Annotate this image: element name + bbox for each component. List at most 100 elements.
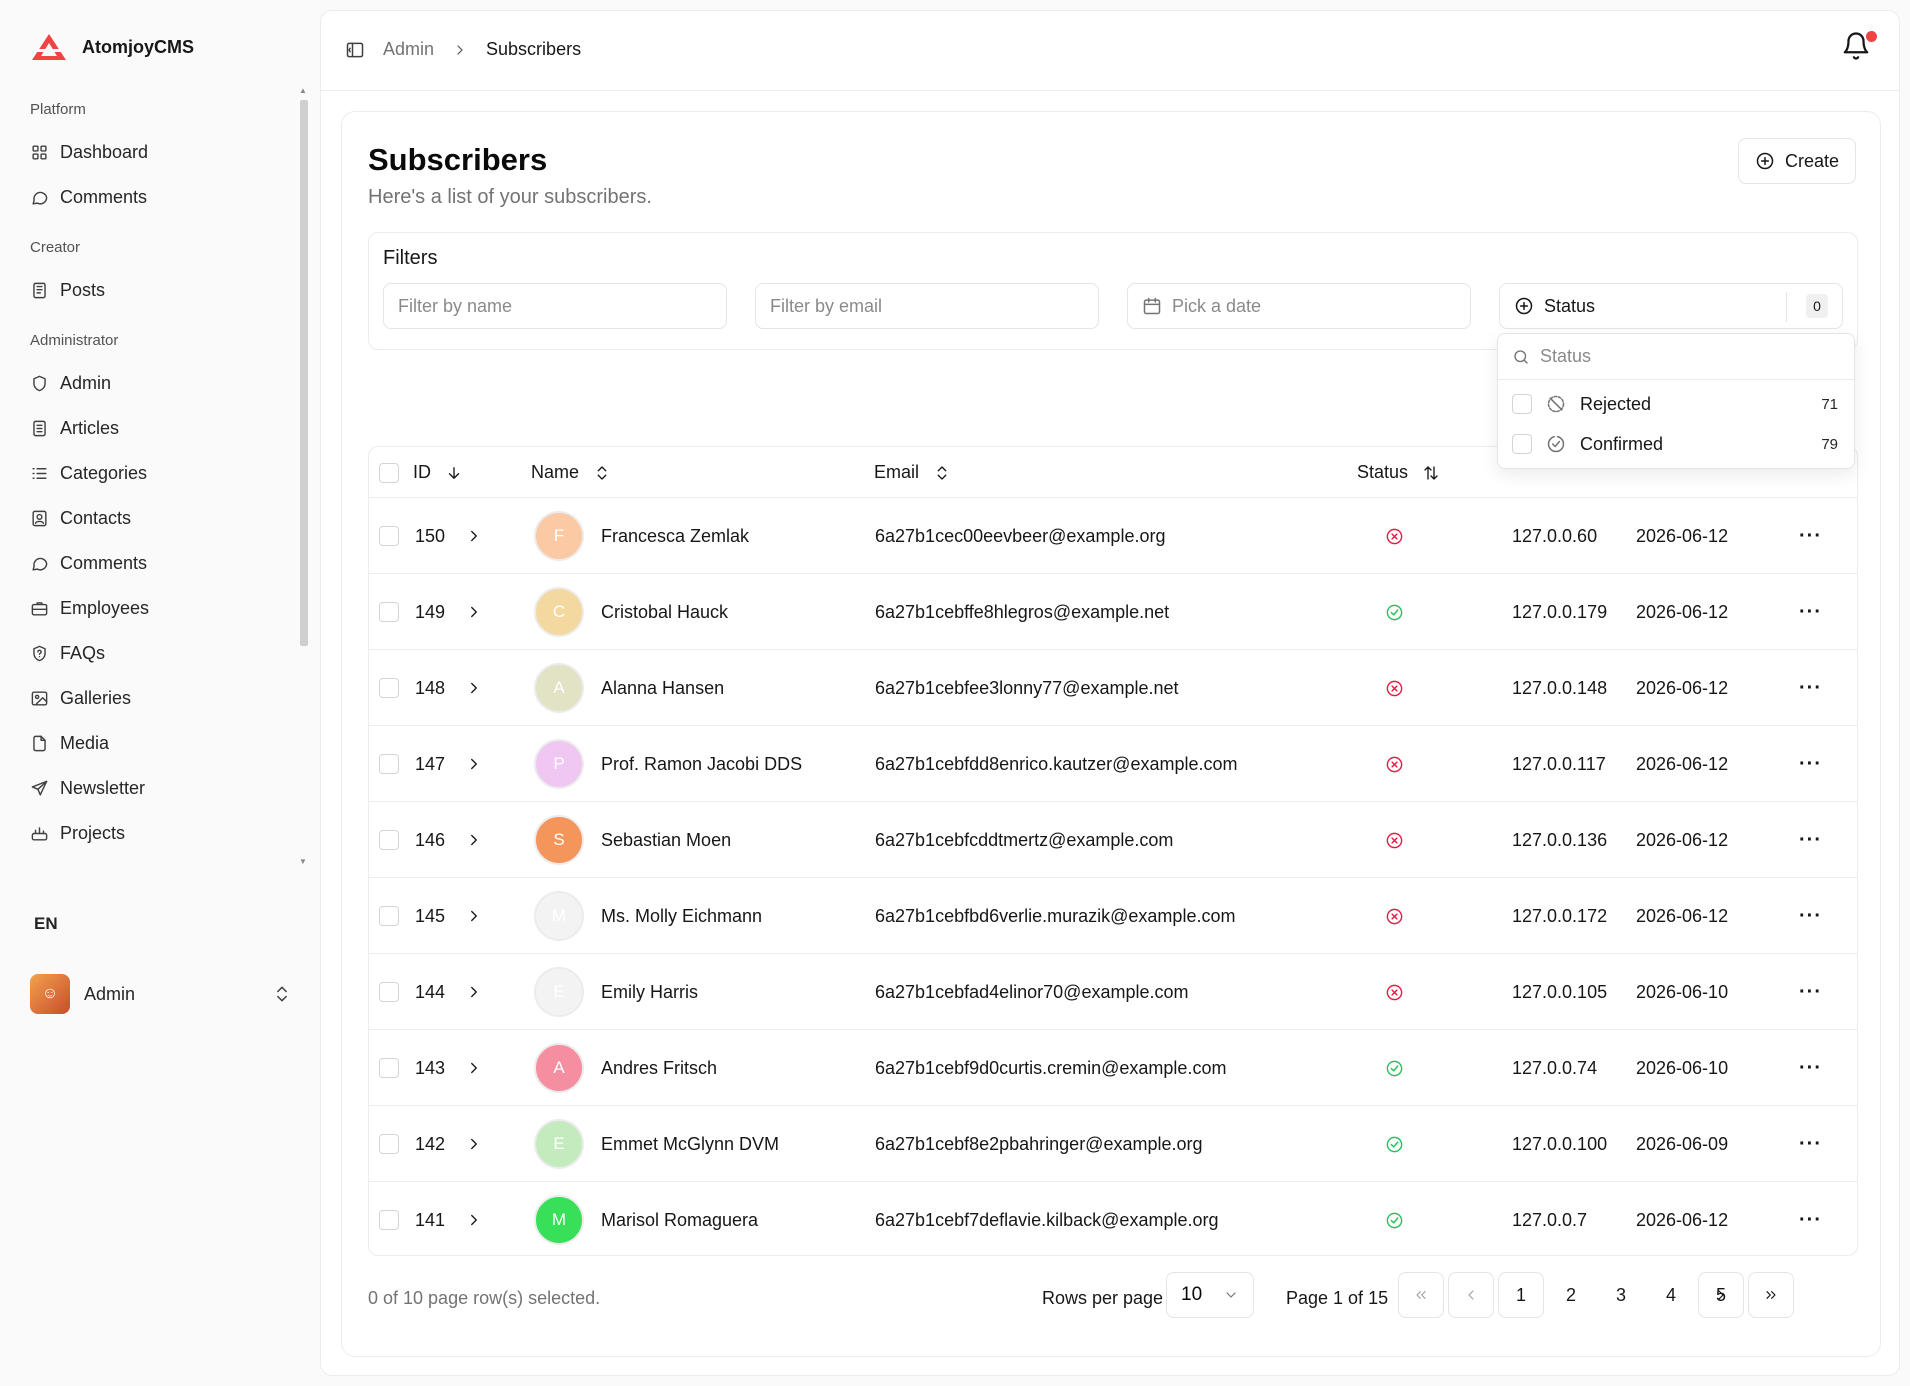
expand-row-button[interactable] (465, 726, 483, 802)
row-checkbox[interactable] (379, 650, 399, 726)
scroll-down-icon[interactable]: ▼ (299, 857, 307, 866)
row-actions-button[interactable]: ··· (1799, 954, 1822, 1030)
row-actions-button[interactable]: ··· (1799, 878, 1822, 954)
row-checkbox[interactable] (379, 574, 399, 650)
row-checkbox[interactable] (379, 954, 399, 1030)
checkbox[interactable] (1512, 394, 1532, 414)
row-actions-button[interactable]: ··· (1799, 1182, 1822, 1255)
prev-page-button[interactable] (1448, 1272, 1494, 1318)
page-title: Subscribers (368, 142, 548, 177)
last-page-button[interactable] (1748, 1272, 1794, 1318)
brand[interactable]: AtomjoyCMS (30, 32, 194, 62)
column-email: Email (874, 462, 920, 482)
sidebar-item-employees[interactable]: Employees (0, 586, 296, 631)
table-row: 141 M Marisol Romaguera 6a27b1cebf7deflavie… (369, 1182, 1857, 1255)
date-placeholder: Pick a date (1172, 295, 1262, 316)
created-date: 2026-06-12 (1636, 753, 1729, 774)
row-checkbox[interactable] (379, 1030, 399, 1106)
sidebar-item-admin[interactable]: Admin (0, 361, 296, 406)
row-actions-button[interactable]: ··· (1799, 1030, 1822, 1106)
nav-group-label: Platform (30, 101, 86, 118)
next-page-button[interactable] (1698, 1272, 1744, 1318)
sidebar-toggle-icon[interactable] (345, 40, 365, 60)
sidebar-item-faqs[interactable]: FAQs (0, 631, 296, 676)
filter-name-input[interactable]: Filter by name (383, 283, 727, 329)
x-circle-icon (1386, 984, 1403, 1000)
language-switcher[interactable]: EN (34, 914, 58, 934)
row-checkbox[interactable] (379, 726, 399, 802)
page-button-1[interactable]: 1 (1498, 1272, 1544, 1318)
nav-group-label: Creator (30, 239, 81, 256)
expand-row-button[interactable] (465, 650, 483, 726)
filter-email-input[interactable]: Filter by email (755, 283, 1099, 329)
status-indicator (1385, 802, 1404, 878)
status-filter-button[interactable]: Status 0 (1499, 283, 1843, 329)
sort-id-button[interactable]: ID (413, 447, 463, 498)
sidebar-item-categories[interactable]: Categories (0, 451, 296, 496)
x-circle-icon (1386, 680, 1403, 696)
row-actions-button[interactable]: ··· (1799, 802, 1822, 878)
sidebar-item-galleries[interactable]: Galleries (0, 676, 296, 721)
sidebar-item-articles[interactable]: Articles (0, 406, 296, 451)
status-option-confirmed[interactable]: Confirmed 79 (1498, 424, 1854, 464)
first-page-button[interactable] (1398, 1272, 1444, 1318)
sidebar-item-newsletter[interactable]: Newsletter (0, 766, 296, 811)
status-indicator (1385, 1106, 1404, 1182)
option-label: Confirmed (1580, 433, 1664, 454)
row-checkbox[interactable] (379, 878, 399, 954)
avatar: A (534, 1030, 584, 1106)
sidebar-item-comments[interactable]: Comments (0, 175, 296, 220)
expand-row-button[interactable] (465, 1182, 483, 1255)
plus-circle-icon (1756, 152, 1774, 170)
date-picker[interactable]: Pick a date (1127, 283, 1471, 329)
sidebar-item-projects[interactable]: Projects (0, 811, 296, 856)
arrow-down-icon (448, 466, 460, 479)
rows-per-page-select[interactable]: 10 (1166, 1272, 1254, 1318)
scroll-up-icon[interactable]: ▲ (299, 86, 307, 95)
sidebar-item-contacts[interactable]: Contacts (0, 496, 296, 541)
breadcrumb-admin[interactable]: Admin (383, 39, 434, 60)
expand-row-button[interactable] (465, 1106, 483, 1182)
expand-row-button[interactable] (465, 574, 483, 650)
sidebar-scrollbar[interactable]: ▲ ▼ (298, 86, 310, 866)
row-actions-button[interactable]: ··· (1799, 650, 1822, 726)
subscriber-name: Marisol Romaguera (601, 1209, 759, 1230)
sidebar-item-label: Categories (60, 463, 148, 483)
select-all-checkbox[interactable] (379, 447, 399, 498)
expand-row-button[interactable] (465, 498, 483, 574)
row-checkbox[interactable] (379, 802, 399, 878)
status-option-rejected[interactable]: Rejected 71 (1498, 384, 1854, 424)
row-checkbox[interactable] (379, 498, 399, 574)
row-actions-button[interactable]: ··· (1799, 498, 1822, 574)
create-button[interactable]: Create (1737, 138, 1856, 184)
expand-row-button[interactable] (465, 878, 483, 954)
sidebar-item-comments[interactable]: Comments (0, 541, 296, 586)
row-checkbox[interactable] (379, 1106, 399, 1182)
page-button-3[interactable]: 3 (1598, 1272, 1644, 1318)
sidebar-item-label: Dashboard (60, 142, 149, 162)
page-button-4[interactable]: 4 (1648, 1272, 1694, 1318)
avatar: S (534, 802, 584, 878)
sidebar: AtomjoyCMS Platform Dashboard Comments Crea… (0, 0, 318, 1386)
status-search-input[interactable]: Status (1498, 334, 1854, 380)
sidebar-item-dashboard[interactable]: Dashboard (0, 130, 296, 175)
notifications-button[interactable] (1841, 31, 1877, 65)
user-menu[interactable]: ☺ Admin (30, 974, 292, 1014)
page-button-2[interactable]: 2 (1548, 1272, 1594, 1318)
subscriber-email: 6a27b1cebf8e2pbahringer@example.org (875, 1133, 1203, 1154)
sidebar-item-media[interactable]: Media (0, 721, 296, 766)
expand-row-button[interactable] (465, 802, 483, 878)
sort-status-button[interactable]: Status (1357, 447, 1440, 498)
row-checkbox[interactable] (379, 1182, 399, 1255)
row-actions-button[interactable]: ··· (1799, 574, 1822, 650)
sort-email-button[interactable]: Email (874, 447, 951, 498)
expand-row-button[interactable] (465, 954, 483, 1030)
checkbox[interactable] (1512, 434, 1532, 454)
scrollbar-thumb[interactable] (300, 100, 308, 646)
sort-name-button[interactable]: Name (531, 447, 611, 498)
row-actions-button[interactable]: ··· (1799, 1106, 1822, 1182)
expand-row-button[interactable] (465, 1030, 483, 1106)
list-icon (32, 468, 47, 479)
row-actions-button[interactable]: ··· (1799, 726, 1822, 802)
sidebar-item-posts[interactable]: Posts (0, 268, 296, 313)
